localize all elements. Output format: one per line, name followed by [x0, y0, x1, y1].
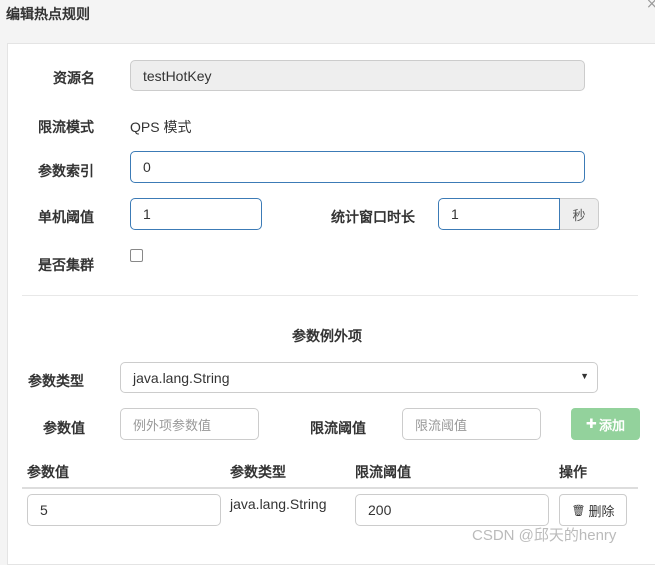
threshold-input[interactable]: 1 [130, 198, 262, 230]
cluster-checkbox[interactable] [130, 249, 143, 262]
watermark: CSDN @邱天的henry [472, 527, 617, 544]
table-header-value: 参数值 [27, 465, 69, 481]
param-type-select[interactable]: java.lang.String ▼ [120, 362, 598, 393]
mode-label: 限流模式 [38, 120, 94, 136]
window-input[interactable]: 1 [438, 198, 560, 230]
plus-icon: ✚ [586, 416, 597, 432]
resource-value: testHotKey [143, 67, 212, 84]
window-label: 统计窗口时长 [331, 210, 415, 226]
row-limit: 200 [368, 502, 392, 518]
table-header-border [22, 487, 638, 489]
table-header-type: 参数类型 [230, 465, 286, 481]
trash-icon: 🗑 [571, 503, 586, 517]
param-value-placeholder: 例外项参数值 [133, 417, 212, 433]
param-index-input[interactable]: 0 [130, 151, 585, 183]
limit-placeholder: 限流阈值 [415, 417, 468, 433]
close-icon[interactable]: × [646, 0, 655, 12]
table-header-action: 操作 [559, 465, 587, 481]
cluster-label: 是否集群 [38, 258, 94, 274]
add-button[interactable]: ✚ 添加 [571, 408, 640, 440]
threshold-label: 单机阈值 [38, 210, 94, 226]
delete-button[interactable]: 🗑 删除 [559, 494, 627, 526]
limit-input[interactable]: 限流阈值 [402, 408, 541, 440]
limit-label: 限流阈值 [310, 421, 366, 437]
resource-label: 资源名 [53, 71, 95, 87]
window-value: 1 [451, 206, 459, 222]
caret-down-icon: ▼ [580, 371, 589, 381]
delete-button-label: 删除 [588, 504, 615, 520]
row-type: java.lang.String [230, 496, 327, 512]
divider [22, 295, 638, 296]
resource-input: testHotKey [130, 60, 585, 91]
param-value-label: 参数值 [43, 421, 85, 437]
row-value: 5 [40, 502, 48, 518]
add-button-label: 添加 [598, 418, 625, 434]
param-value-input[interactable]: 例外项参数值 [120, 408, 259, 440]
table-header-limit: 限流阈值 [355, 465, 411, 481]
param-type-value: java.lang.String [133, 369, 230, 386]
row-value-input[interactable]: 5 [27, 494, 221, 526]
param-index-label: 参数索引 [38, 164, 94, 180]
param-index-value: 0 [143, 159, 151, 175]
mode-value: QPS 模式 [130, 119, 192, 135]
window-unit: 秒 [560, 198, 599, 230]
dialog-title: 编辑热点规则 [6, 7, 90, 23]
param-type-label: 参数类型 [28, 374, 84, 390]
threshold-value: 1 [143, 206, 151, 222]
exceptions-title: 参数例外项 [292, 329, 362, 345]
row-limit-input[interactable]: 200 [355, 494, 549, 526]
